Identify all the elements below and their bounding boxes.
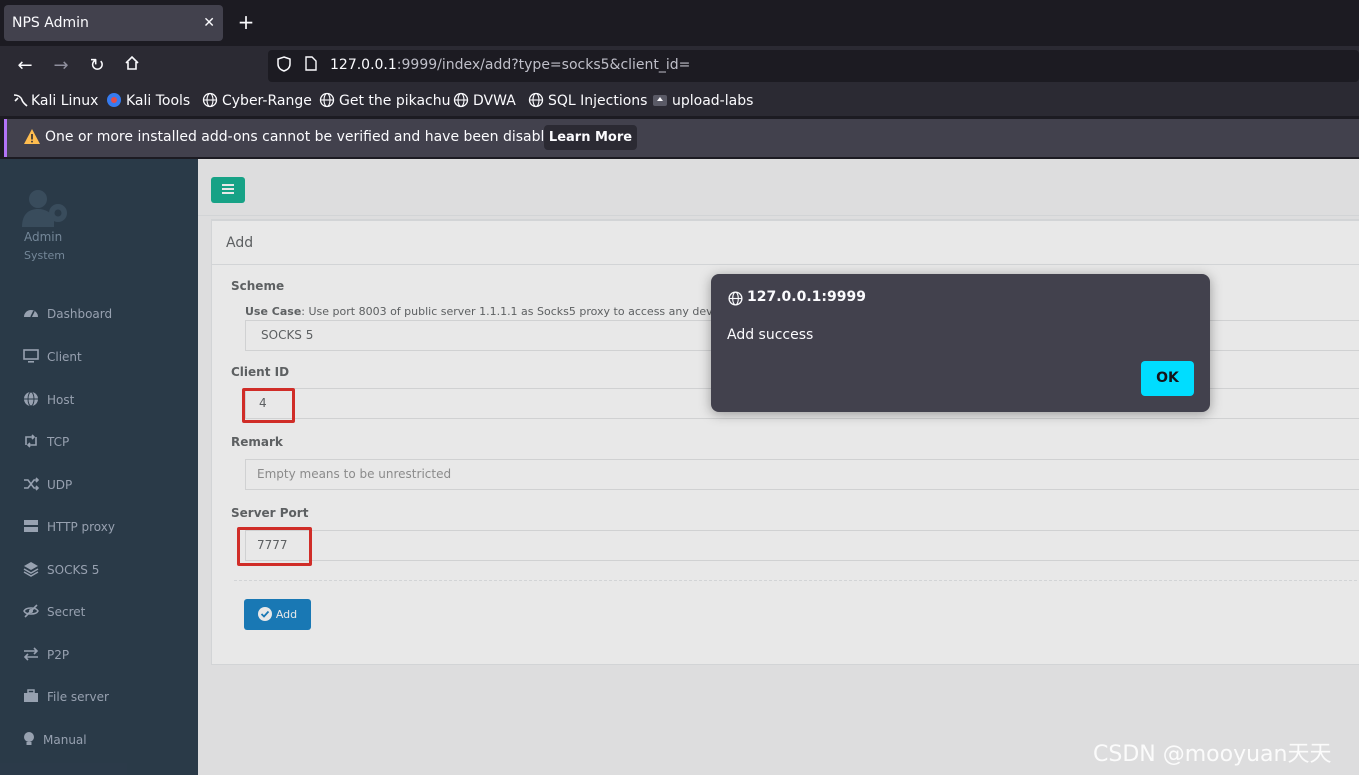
bookmark-label: SQL Injections	[548, 93, 648, 109]
bookmark-label: upload-labs	[672, 93, 754, 109]
bookmark-label: Get the pikachu	[339, 93, 451, 109]
globe-icon	[453, 92, 469, 108]
tab-title: NPS Admin	[12, 15, 89, 31]
page-content: Admin System Dashboard Client Host TCP U…	[0, 159, 1359, 775]
home-icon[interactable]	[120, 54, 144, 78]
bookmarks-toolbar: Kali Linux Kali Tools Cyber-Range Get th…	[0, 86, 1359, 116]
modal-backdrop	[0, 159, 1359, 775]
url-host: 127.0.0.1	[330, 57, 397, 73]
bookmark-sql-injections[interactable]: SQL Injections	[528, 92, 647, 110]
globe-icon	[202, 92, 218, 108]
new-tab-button[interactable]: +	[236, 10, 256, 36]
warning-text: One or more installed add-ons cannot be …	[45, 129, 567, 145]
addon-warning-bar: One or more installed add-ons cannot be …	[4, 119, 1359, 157]
globe-icon	[728, 291, 743, 306]
bookmark-label: DVWA	[473, 93, 516, 109]
dialog-title: 127.0.0.1:9999	[747, 289, 866, 305]
watermark: CSDN @mooyuan天天	[1093, 742, 1332, 767]
tab-strip: NPS Admin ✕ +	[0, 0, 1359, 46]
bookmark-cyber-range[interactable]: Cyber-Range	[202, 92, 312, 110]
warning-icon	[24, 129, 40, 144]
kali-dragon-icon	[13, 94, 28, 107]
bookmark-kali-linux[interactable]: Kali Linux	[12, 92, 98, 110]
bookmark-label: Kali Linux	[31, 93, 99, 109]
bookmark-kali-tools[interactable]: Kali Tools	[106, 92, 190, 110]
url-bar[interactable]: 127.0.0.1:9999/index/add?type=socks5&cli…	[268, 50, 1359, 82]
browser-tab[interactable]: NPS Admin ✕	[4, 5, 223, 41]
shield-icon[interactable]	[274, 56, 294, 76]
url-text[interactable]: 127.0.0.1:9999/index/add?type=socks5&cli…	[330, 57, 690, 73]
url-path: :9999/index/add?type=socks5&client_id=	[396, 57, 691, 73]
forward-icon[interactable]: →	[49, 54, 73, 78]
back-icon[interactable]: ←	[13, 54, 37, 78]
learn-more-button[interactable]: Learn More	[544, 125, 637, 150]
bookmark-upload-labs[interactable]: upload-labs	[652, 92, 753, 110]
upload-labs-icon	[653, 95, 667, 106]
bookmark-dvwa[interactable]: DVWA	[453, 92, 516, 110]
navigation-toolbar: ← → ↻ 127.0.0.1:9999/index/add?type=sock…	[0, 46, 1359, 86]
globe-icon	[528, 92, 544, 108]
close-tab-icon[interactable]: ✕	[203, 5, 215, 41]
dialog-message: Add success	[727, 327, 814, 343]
kali-tools-icon	[107, 93, 121, 107]
bookmark-label: Kali Tools	[126, 93, 191, 109]
globe-icon	[319, 92, 335, 108]
alert-dialog: 127.0.0.1:9999 Add success OK	[711, 274, 1210, 412]
reload-icon[interactable]: ↻	[85, 54, 109, 78]
ok-button[interactable]: OK	[1141, 361, 1194, 396]
page-icon[interactable]	[301, 56, 321, 76]
bookmark-pikachu[interactable]: Get the pikachu	[319, 92, 451, 110]
bookmark-label: Cyber-Range	[222, 93, 312, 109]
